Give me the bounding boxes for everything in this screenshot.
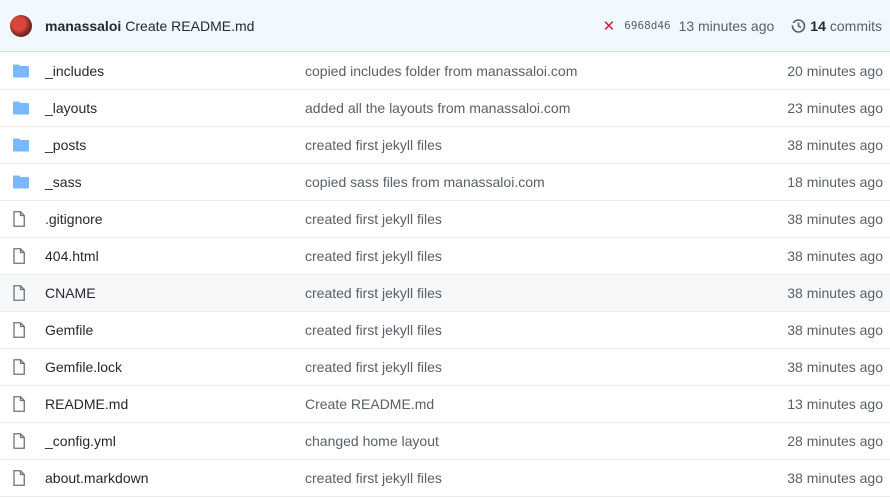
file-age: 38 minutes ago (787, 248, 883, 264)
commits-link[interactable]: 14 commits (790, 18, 882, 34)
table-row[interactable]: Gemfile.lock created first jekyll files 38… (0, 349, 890, 386)
folder-icon (0, 138, 45, 152)
table-row[interactable]: CNAME created first jekyll files 38 minute… (0, 275, 890, 312)
table-row[interactable]: README.md Create README.md 13 minutes ago (0, 386, 890, 423)
file-commit-message-link[interactable]: added all the layouts from manassaloi.co… (305, 100, 787, 116)
file-icon (0, 433, 45, 449)
file-commit-message-link[interactable]: Create README.md (305, 396, 787, 412)
file-age: 23 minutes ago (787, 100, 883, 116)
commits-count: 14 (810, 17, 826, 34)
file-commit-message-link[interactable]: changed home layout (305, 433, 787, 449)
avatar[interactable] (10, 14, 32, 37)
file-icon (0, 211, 45, 227)
file-age: 18 minutes ago (787, 174, 883, 190)
file-name-link[interactable]: .gitignore (45, 211, 305, 227)
file-icon (0, 285, 45, 301)
file-name-link[interactable]: Gemfile.lock (45, 359, 305, 375)
file-commit-message-link[interactable]: copied sass files from manassaloi.com (305, 174, 787, 190)
file-age: 38 minutes ago (787, 211, 883, 227)
table-row[interactable]: _layouts added all the layouts from manas… (0, 90, 890, 127)
table-row[interactable]: _posts created first jekyll files 38 minut… (0, 127, 890, 164)
table-row[interactable]: _config.yml changed home layout 28 minutes… (0, 423, 890, 460)
commit-time: 13 minutes ago (678, 17, 775, 34)
file-name-link[interactable]: _posts (45, 137, 305, 153)
file-commit-message-link[interactable]: copied includes folder from manassaloi.c… (305, 63, 787, 79)
commit-message[interactable]: Create README.md (125, 18, 254, 34)
file-icon (0, 470, 45, 486)
file-commit-message-link[interactable]: created first jekyll files (305, 137, 787, 153)
file-name-link[interactable]: _includes (45, 63, 305, 79)
table-row[interactable]: _sass copied sass files from manassaloi.c… (0, 164, 890, 201)
file-name-link[interactable]: Gemfile (45, 322, 305, 338)
folder-icon (0, 101, 45, 115)
file-age: 20 minutes ago (787, 63, 883, 79)
file-age: 38 minutes ago (787, 359, 883, 375)
table-row[interactable]: 404.html created first jekyll files 38 min… (0, 238, 890, 275)
table-row[interactable]: Gemfile created first jekyll files 38 minu… (0, 312, 890, 349)
file-age: 38 minutes ago (787, 137, 883, 153)
file-commit-message-link[interactable]: created first jekyll files (305, 470, 787, 486)
file-icon (0, 359, 45, 375)
folder-icon (0, 64, 45, 78)
file-commit-message-link[interactable]: created first jekyll files (305, 285, 787, 301)
file-age: 38 minutes ago (787, 285, 883, 301)
table-row[interactable]: _includes copied includes folder from man… (0, 53, 890, 90)
file-commit-message-link[interactable]: created first jekyll files (305, 322, 787, 338)
file-icon (0, 248, 45, 264)
file-icon (0, 396, 45, 412)
file-name-link[interactable]: _config.yml (45, 433, 305, 449)
file-name-link[interactable]: README.md (45, 396, 305, 412)
file-name-link[interactable]: about.markdown (45, 470, 305, 486)
file-age: 38 minutes ago (787, 470, 883, 486)
table-row[interactable]: about.markdown created first jekyll files… (0, 460, 890, 497)
file-commit-message-link[interactable]: created first jekyll files (305, 248, 787, 264)
file-name-link[interactable]: 404.html (45, 248, 305, 264)
file-name-link[interactable]: CNAME (45, 285, 305, 301)
commit-author[interactable]: manassaloi (45, 18, 121, 34)
latest-commit-bar: manassaloi Create README.md ✕ 6968d46 13… (0, 0, 890, 52)
commits-label: commits (829, 17, 882, 34)
file-name-link[interactable]: _sass (45, 174, 305, 190)
commit-sha[interactable]: 6968d46 (624, 19, 670, 32)
file-name-link[interactable]: _layouts (45, 100, 305, 116)
file-icon (0, 322, 45, 338)
file-age: 28 minutes ago (787, 433, 883, 449)
x-icon[interactable]: ✕ (603, 17, 616, 35)
file-age: 38 minutes ago (787, 322, 883, 338)
folder-icon (0, 175, 45, 189)
file-commit-message-link[interactable]: created first jekyll files (305, 359, 787, 375)
file-commit-message-link[interactable]: created first jekyll files (305, 211, 787, 227)
file-list: _includes copied includes folder from man… (0, 53, 890, 497)
history-icon (791, 18, 806, 33)
file-age: 13 minutes ago (787, 396, 883, 412)
table-row[interactable]: .gitignore created first jekyll files 38 m… (0, 201, 890, 238)
